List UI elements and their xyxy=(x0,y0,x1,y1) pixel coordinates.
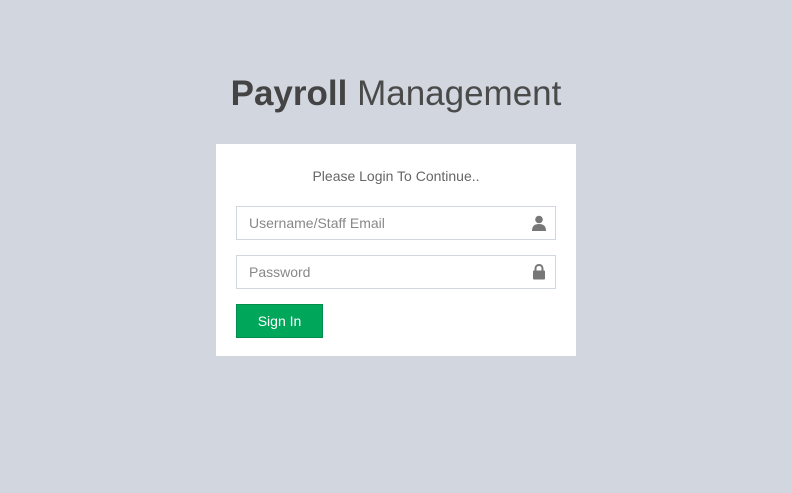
sign-in-button[interactable]: Sign In xyxy=(236,304,323,338)
logo-bold-text: Payroll xyxy=(230,74,348,113)
app-logo: Payroll Management xyxy=(0,72,792,116)
login-page: Payroll Management Please Login To Conti… xyxy=(0,0,792,493)
password-input[interactable] xyxy=(236,255,556,289)
login-box: Please Login To Continue.. Username/Staf… xyxy=(216,144,576,356)
password-field-group xyxy=(236,255,556,289)
login-form: Sign In xyxy=(236,206,556,338)
username-field-group xyxy=(236,206,556,240)
lock-icon xyxy=(532,263,546,280)
user-icon xyxy=(532,215,546,231)
login-message: Please Login To Continue.. xyxy=(312,168,480,184)
username-input[interactable] xyxy=(236,206,556,240)
logo-light-text: Management xyxy=(357,74,562,113)
